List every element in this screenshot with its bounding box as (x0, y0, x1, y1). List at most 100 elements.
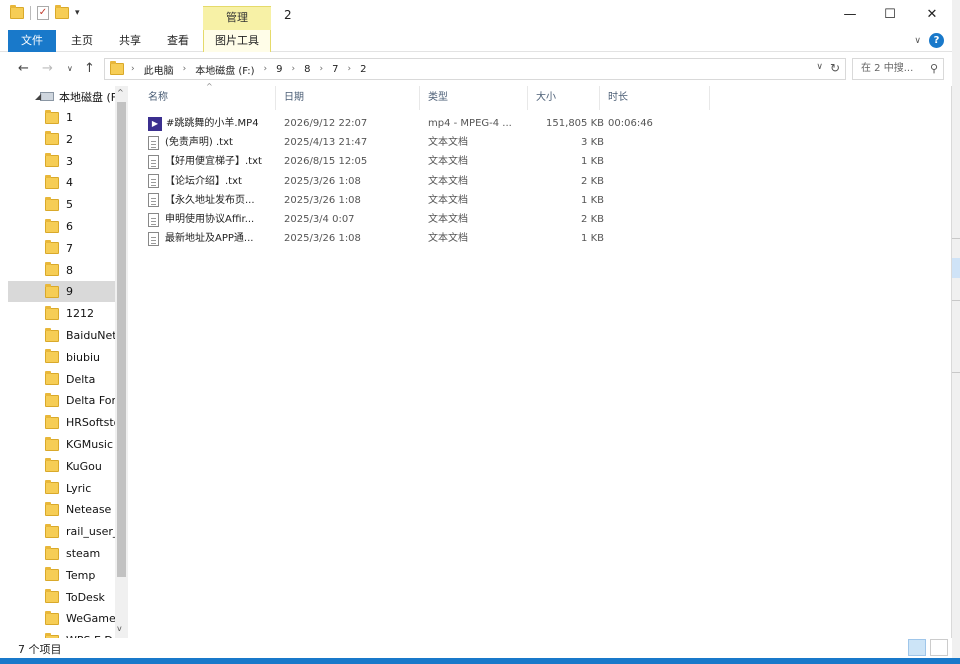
crumb-9[interactable]: 9 (276, 64, 282, 75)
ribbon-controls: ∨ ? (914, 33, 944, 48)
file-name: 【好用便宜梯子】.txt (165, 156, 262, 168)
help-icon[interactable]: ? (929, 33, 944, 48)
sidebar-item-folder[interactable]: 1 (8, 107, 116, 128)
crumb-local-disk[interactable]: 本地磁盘 (F:) (195, 62, 254, 77)
close-button[interactable]: ✕ (912, 4, 952, 26)
sidebar-item-folder[interactable]: Delta (8, 369, 116, 390)
item-count: 7 个项目 (18, 643, 62, 656)
sidebar-item-folder[interactable]: 1212 (8, 303, 116, 324)
file-date: 2025/4/13 21:47 (284, 137, 368, 149)
table-row[interactable]: 最新地址及APP通... 2025/3/26 1:08 文本文档 1 KB (148, 229, 648, 248)
search-icon[interactable]: ⚲ (930, 59, 938, 79)
sidebar-item-folder[interactable]: HRSoftsto (8, 412, 116, 433)
ribbon-tabs: 文件 主页 共享 查看 图片工具 ∨ ? (0, 30, 952, 52)
file-name-cell: 申明使用协议Affir... (148, 210, 278, 229)
sidebar-item-folder[interactable]: 8 (8, 260, 116, 281)
tab-manage-context[interactable]: 管理 (203, 6, 271, 30)
table-row[interactable]: (免责声明) .txt 2025/4/13 21:47 文本文档 3 KB (148, 133, 648, 152)
tab-picture-tools[interactable]: 图片工具 (203, 30, 271, 52)
new-folder-icon[interactable] (55, 5, 69, 19)
column-header-duration[interactable]: 时长 (600, 86, 710, 110)
details-view-icon[interactable] (908, 639, 926, 656)
address-bar[interactable]: › 此电脑 › 本地磁盘 (F:) › 9 › 8 › 7 › 2 ∨ ↻ (104, 58, 846, 80)
sidebar-item-folder[interactable]: steam (8, 543, 116, 564)
tab-file[interactable]: 文件 (8, 30, 56, 52)
table-row[interactable]: 【永久地址发布页... 2025/3/26 1:08 文本文档 1 KB (148, 191, 648, 210)
column-header-type[interactable]: 类型 (420, 86, 528, 110)
sidebar-item-folder[interactable]: 2 (8, 129, 116, 150)
sidebar-item-label: 4 (66, 176, 73, 190)
forward-button[interactable]: → (42, 61, 53, 76)
collapse-arrow-icon[interactable]: ◢ (35, 92, 41, 101)
sidebar-item-folder[interactable]: ToDesk (8, 587, 116, 608)
scroll-down-icon[interactable]: v (117, 624, 122, 633)
crumb-2[interactable]: 2 (360, 64, 366, 75)
file-name: 【永久地址发布页... (165, 194, 255, 206)
sidebar-item-folder[interactable]: KGMusic (8, 434, 116, 455)
file-duration (608, 191, 678, 210)
column-header-date[interactable]: 日期 (276, 86, 420, 110)
column-header-size[interactable]: 大小 (528, 86, 600, 110)
sidebar-item-folder[interactable]: Temp (8, 565, 116, 586)
file-explorer-window: ✓ ▾ 管理 2 — ☐ ✕ 文件 主页 共享 查看 图片工具 ∨ ? ← → … (0, 0, 952, 664)
crumb-separator-icon[interactable]: › (292, 64, 296, 74)
file-date: 2025/3/26 1:08 (284, 194, 361, 206)
sidebar-item-folder[interactable]: BaiduNetd (8, 325, 116, 346)
sidebar-item-folder[interactable]: Netease (8, 499, 116, 520)
file-duration (608, 210, 678, 229)
sidebar-item-folder[interactable]: 7 (8, 238, 116, 259)
sidebar-item-folder[interactable]: 6 (8, 216, 116, 237)
sidebar-item-label: Delta Forc (66, 394, 116, 408)
collapse-ribbon-icon[interactable]: ∨ (914, 36, 921, 46)
nav-local-disk-f[interactable]: ◢ 本地磁盘 (F: (8, 86, 116, 107)
tab-share[interactable]: 共享 (110, 30, 150, 52)
sidebar-item-folder[interactable]: WeGameA (8, 608, 116, 629)
sidebar-item-folder[interactable]: KuGou (8, 456, 116, 477)
crumb-separator-icon[interactable]: › (264, 64, 268, 74)
sidebar-item-label: WeGameA (66, 612, 116, 626)
file-name-cell: 【好用便宜梯子】.txt (148, 152, 278, 171)
crumb-separator-icon[interactable]: › (348, 64, 352, 74)
table-row[interactable]: 【论坛介绍】.txt 2025/3/26 1:08 文本文档 2 KB (148, 172, 648, 191)
large-icons-view-icon[interactable] (930, 639, 948, 656)
sidebar-item-folder[interactable]: 3 (8, 151, 116, 172)
scrollbar-thumb[interactable] (117, 102, 126, 577)
back-button[interactable]: ← (18, 61, 29, 76)
nav-scrollbar[interactable]: ^ v (115, 86, 128, 638)
crumb-this-pc[interactable]: 此电脑 (144, 62, 174, 77)
address-history-icon[interactable]: ∨ (816, 62, 823, 72)
crumb-7[interactable]: 7 (332, 64, 338, 75)
crumb-8[interactable]: 8 (304, 64, 310, 75)
sidebar-item-folder[interactable]: WPS E D (8, 630, 116, 638)
divider (952, 238, 960, 239)
table-row[interactable]: ▶ #跳跳舞的小羊.MP4 2026/9/12 22:07 mp4 - MPEG-4 … (148, 114, 653, 133)
sidebar-item-label: 8 (66, 263, 73, 277)
folder-icon (45, 174, 59, 189)
file-name: 【论坛介绍】.txt (165, 175, 242, 187)
scroll-up-icon[interactable]: ^ (117, 88, 124, 97)
up-button[interactable]: ↑ (84, 61, 95, 76)
crumb-separator-icon[interactable]: › (183, 64, 187, 74)
folder-icon (45, 392, 59, 407)
recent-locations-icon[interactable]: ∨ (67, 64, 73, 73)
sidebar-item-folder[interactable]: 4 (8, 172, 116, 193)
file-type: 文本文档 (428, 214, 468, 225)
sidebar-item-folder[interactable]: Delta Forc (8, 390, 116, 411)
table-row[interactable]: 申明使用协议Affir... 2025/3/4 0:07 文本文档 2 KB (148, 210, 648, 229)
sidebar-item-folder[interactable]: 9 (8, 281, 116, 303)
sidebar-item-folder[interactable]: 5 (8, 194, 116, 215)
sidebar-item-folder[interactable]: Lyric (8, 478, 116, 499)
tab-home[interactable]: 主页 (62, 30, 102, 52)
tab-view[interactable]: 查看 (158, 30, 198, 52)
properties-icon[interactable]: ✓ (37, 6, 49, 20)
crumb-separator-icon[interactable]: › (320, 64, 324, 74)
search-input[interactable]: 在 2 中搜... ⚲ (852, 58, 944, 80)
sidebar-item-folder[interactable]: rail_user_c (8, 521, 116, 542)
folder-icon[interactable] (10, 5, 24, 19)
refresh-icon[interactable]: ↻ (830, 61, 840, 75)
minimize-button[interactable]: — (830, 4, 870, 26)
maximize-button[interactable]: ☐ (870, 4, 910, 26)
sidebar-item-folder[interactable]: biubiu (8, 347, 116, 368)
customize-toolbar-icon[interactable]: ▾ (75, 8, 80, 18)
table-row[interactable]: 【好用便宜梯子】.txt 2026/8/15 12:05 文本文档 1 KB (148, 152, 648, 171)
